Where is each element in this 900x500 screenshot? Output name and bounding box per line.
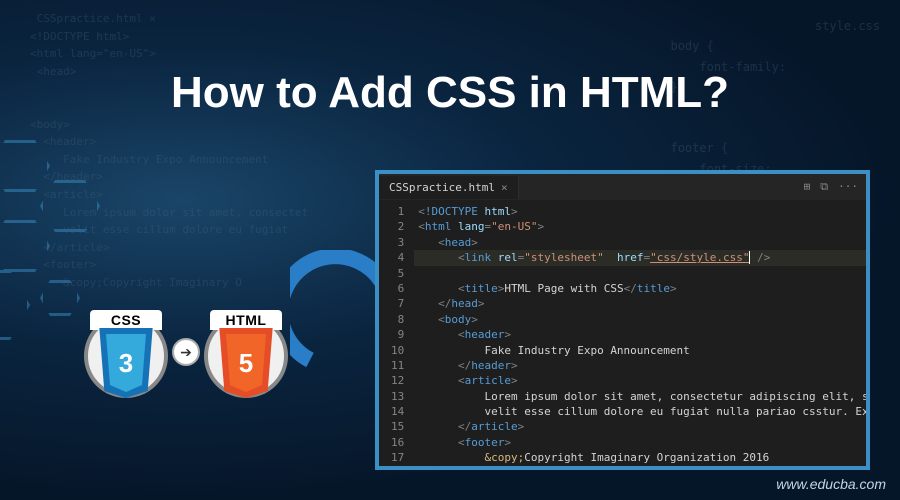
css-badge-label: CSS (90, 310, 162, 330)
code-content[interactable]: <!DOCTYPE html> <html lang="en-US"> <hea… (412, 200, 870, 466)
html-badge-label: HTML (210, 310, 282, 330)
badge-group: CSS 3 ➔ HTML 5 (90, 310, 282, 394)
html-version: 5 (221, 334, 271, 392)
code-editor: CSSpractice.html × ⊞ ⧉ ··· 1 2 3 4 5 6 7… (375, 170, 870, 470)
css3-badge: CSS 3 (90, 310, 162, 394)
editor-tab-csspractice[interactable]: CSSpractice.html × (379, 176, 519, 199)
line-numbers: 1 2 3 4 5 6 7 8 9 10 11 12 13 14 15 16 1… (379, 200, 412, 466)
css-version: 3 (101, 334, 151, 392)
watermark: www.educba.com (776, 476, 886, 492)
open-changes-icon[interactable]: ⊞ (804, 180, 811, 194)
html5-badge: HTML 5 (210, 310, 282, 394)
background-code-left: CSSpractice.html × <!DOCTYPE html> <html… (30, 10, 308, 292)
editor-actions: ⊞ ⧉ ··· (804, 180, 866, 194)
tab-label: CSSpractice.html (389, 181, 495, 194)
editor-tabbar: CSSpractice.html × ⊞ ⧉ ··· (379, 174, 866, 200)
more-actions-icon[interactable]: ··· (838, 180, 858, 194)
page-title: How to Add CSS in HTML? (0, 68, 900, 118)
arrow-right-icon: ➔ (172, 338, 200, 366)
split-editor-icon[interactable]: ⧉ (820, 180, 828, 194)
close-icon[interactable]: × (501, 181, 508, 194)
